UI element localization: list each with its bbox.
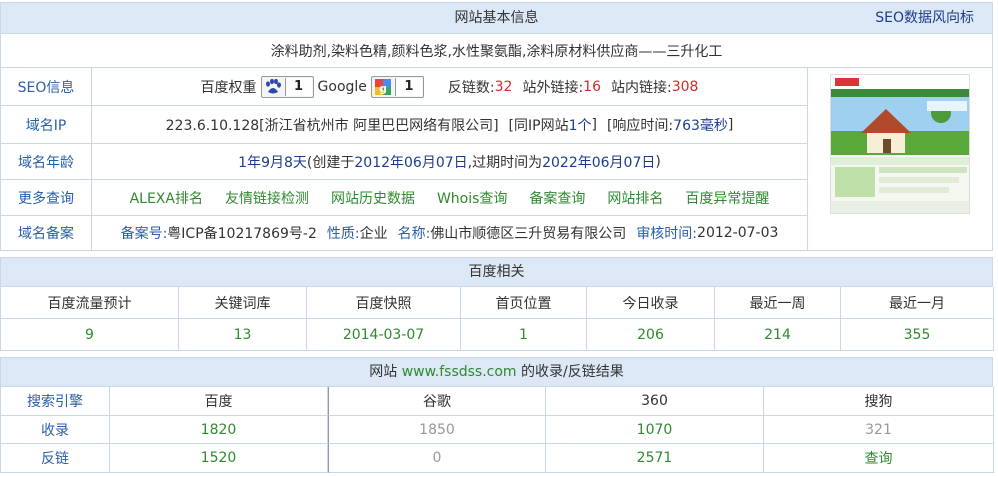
whois-link[interactable]: Whois查询 (437, 188, 507, 208)
backlinks-google[interactable]: 0 (328, 444, 546, 473)
basic-info-header: 网站基本信息 SEO数据风向标 (0, 2, 993, 34)
traffic-estimate-header: 百度流量预计 (1, 287, 179, 319)
baidu-snapshot-value[interactable]: 2014-03-07 (307, 319, 461, 351)
baidu-related-header: 百度相关 (0, 257, 993, 287)
site-history-link[interactable]: 网站历史数据 (331, 188, 415, 208)
engine-baidu: 百度 (110, 387, 328, 416)
indexed-label: 收录 (1, 416, 110, 444)
response-time-suffix: ] (727, 116, 734, 133)
engine-google: 谷歌 (328, 387, 546, 416)
google-logo-icon: g (372, 77, 394, 97)
traffic-estimate-value: 9 (1, 319, 179, 351)
keyword-library-value: 13 (179, 319, 307, 351)
thumbnail-cell (808, 68, 993, 251)
ip-address: 223.6.10.128[浙江省杭州市 阿里巴巴网络有限公司] (165, 117, 499, 134)
site-title-row: 涂料助剂,染料色精,颜料色浆,水性聚氨酯,涂料原材料供应商——三升化工 (0, 34, 993, 68)
index-results-table: 搜索引擎 收录 反链 百度 谷歌 360 搜狗 1820 1850 1070 3… (0, 387, 994, 473)
expire-date: 2022年06月07日 (542, 154, 656, 171)
icp-date: 2012-07-03 (697, 225, 779, 241)
baidu-weight-label: 百度权重 (200, 79, 257, 96)
icp-label: 域名备案 (0, 216, 92, 251)
last-month-header: 最近一月 (841, 287, 994, 319)
internal-links-value: 308 (671, 78, 699, 95)
icp-query-link[interactable]: 备案查询 (529, 188, 585, 208)
google-pr-value: 1 (394, 77, 422, 96)
ip-label: 域名IP (0, 106, 92, 144)
backlinks-value: 32 (494, 78, 513, 95)
baidu-weight-badge[interactable]: 1 (260, 75, 314, 98)
friend-link-check-link[interactable]: 友情链接检测 (225, 188, 309, 208)
seo-label: SEO信息 (0, 68, 92, 106)
info-grid: SEO信息 域名IP 域名年龄 更多查询 域名备案 百度权重 1 Google (0, 68, 808, 251)
expire-prefix: ,过期时间为 (467, 154, 543, 171)
today-indexed-header: 今日收录 (587, 287, 715, 319)
same-ip-prefix: [同IP网站 (508, 117, 569, 134)
backlinks-label: 反链数: (447, 79, 495, 96)
baidu-snapshot-header: 百度快照 (307, 287, 461, 319)
icp-name: 佛山市顺德区三升贸易有限公司 (430, 226, 627, 242)
created-prefix: (创建于 (306, 154, 355, 171)
backlinks-sogou-query-link[interactable]: 查询 (764, 444, 994, 473)
more-queries-row: ALEXA排名 友情链接检测 网站历史数据 Whois查询 备案查询 网站排名 … (92, 180, 808, 216)
age-label: 域名年龄 (0, 144, 92, 180)
engine-sogou: 搜狗 (764, 387, 994, 416)
baidu-paw-icon (262, 77, 284, 97)
external-links-value: 16 (583, 78, 601, 95)
today-indexed-value: 206 (587, 319, 715, 351)
same-ip-suffix: ] (591, 116, 597, 133)
index-title-prefix: 网站 (369, 364, 398, 380)
indexed-sogou[interactable]: 321 (764, 416, 994, 444)
baidu-stats-table: 百度流量预计 9 关键词库 13 百度快照 2014-03-07 首页位置 1 今日收录 206 最… (0, 287, 994, 351)
external-links-label: 站外链接: (522, 79, 584, 96)
site-screenshot-image[interactable] (830, 74, 970, 214)
icp-type: 企业 (359, 226, 388, 242)
icp-name-label: 名称: (397, 226, 431, 242)
site-title: 涂料助剂,染料色精,颜料色浆,水性聚氨酯,涂料原材料供应商——三升化工 (270, 43, 723, 60)
keyword-library-header: 关键词库 (179, 287, 307, 319)
indexed-360[interactable]: 1070 (546, 416, 764, 444)
backlinks-baidu[interactable]: 1520 (110, 444, 328, 473)
last-week-value: 214 (715, 319, 841, 351)
indexed-baidu[interactable]: 1820 (110, 416, 328, 444)
baidu-alert-link[interactable]: 百度异常提醒 (685, 188, 769, 208)
response-time-prefix: [响应时间: (606, 117, 674, 134)
svg-text:g: g (379, 82, 387, 95)
last-week-header: 最近一周 (715, 287, 841, 319)
domain-age: 1年9月8天 (238, 154, 307, 171)
icp-row: 备案号: 粤ICP备10217869号-2 性质: 企业 名称: 佛山市顺德区三升贸易… (92, 216, 808, 251)
created-date: 2012年06月07日 (354, 154, 468, 171)
engine-360: 360 (546, 387, 764, 416)
same-ip-count-link[interactable]: 1个 (569, 115, 592, 135)
response-time-value: 763毫秒 (673, 117, 728, 134)
homepage-position-value: 1 (461, 319, 587, 351)
homepage-position-header: 首页位置 (461, 287, 587, 319)
seo-trend-link[interactable]: SEO数据风向标 (875, 3, 974, 33)
alexa-rank-link[interactable]: ALEXA排名 (130, 188, 203, 208)
internal-links-label: 站内链接: (611, 79, 672, 96)
backlink-label: 反链 (1, 444, 110, 473)
backlinks-360[interactable]: 2571 (546, 444, 764, 473)
icp-type-label: 性质: (326, 226, 360, 242)
site-rank-link[interactable]: 网站排名 (607, 188, 663, 208)
index-title-suffix: 的收录/反链结果 (521, 364, 624, 380)
engine-label: 搜索引擎 (1, 387, 110, 416)
google-label: Google (317, 78, 367, 95)
seo-row: 百度权重 1 Google g 1 反链数: 32 站外链接: 16 站内链接:… (92, 68, 808, 106)
index-domain-link[interactable]: www.fssdss.com (402, 364, 517, 380)
index-results-header: 网站 www.fssdss.com 的收录/反链结果 (0, 357, 993, 387)
baidu-related-title: 百度相关 (468, 264, 525, 280)
google-pr-badge[interactable]: g 1 (370, 75, 424, 98)
ip-row: 223.6.10.128[浙江省杭州市 阿里巴巴网络有限公司] [同IP网站 1个… (92, 106, 808, 144)
more-label: 更多查询 (0, 180, 92, 216)
last-month-value: 355 (841, 319, 994, 351)
icp-no: 粤ICP备10217869号-2 (167, 226, 317, 242)
baidu-weight-value: 1 (284, 77, 312, 96)
indexed-google[interactable]: 1850 (328, 416, 546, 444)
basic-info-title: 网站基本信息 (454, 10, 539, 26)
icp-no-label: 备案号: (120, 226, 168, 242)
icp-date-label: 审核时间: (636, 226, 698, 242)
age-end: ) (655, 153, 661, 170)
age-row: 1年9月8天 (创建于 2012年06月07日 ,过期时间为 2022年06月07日) (92, 144, 808, 180)
